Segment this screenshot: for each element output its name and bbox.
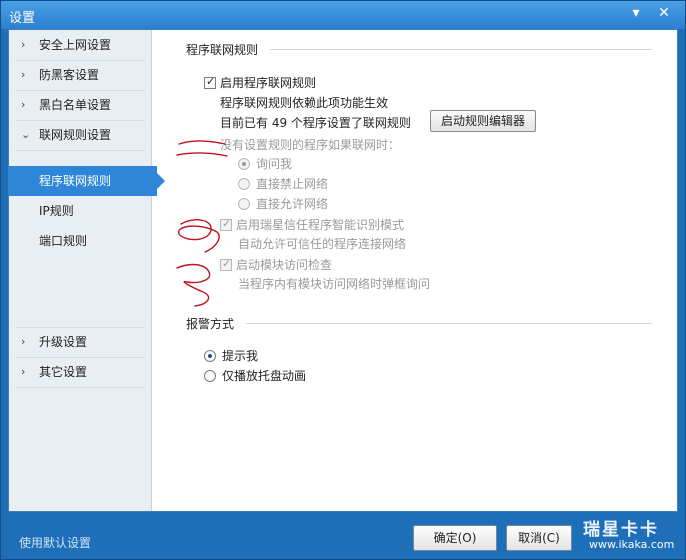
sidebar-item-label: 其它设置 [39,365,88,379]
divider [246,323,652,324]
radio-label: 提示我 [222,349,259,363]
radio-row-block[interactable]: 直接禁止网络 [238,175,328,192]
settings-window: 设置 ▾ ✕ › 安全上网设置 › 防黑客设置 › 黑白名单设置 ⌄ 联网规则设… [0,0,686,560]
sidebar-item-label: 防黑客设置 [39,68,100,82]
radio-label: 直接允许网络 [256,197,329,211]
ok-button[interactable]: 确定(O) [413,525,497,551]
radio-row-ask[interactable]: 询问我 [238,155,292,172]
sidebar-item-label: 程序联网规则 [39,174,112,188]
rules-count-text: 目前已有 49 个程序设置了联网规则 [220,116,411,130]
no-rule-prompt: 没有设置规则的程序如果联网时： [220,138,401,152]
divider [270,49,652,50]
sidebar-item-anti-hacker[interactable]: › 防黑客设置 [9,60,152,90]
rules-note: 程序联网规则依赖此项功能生效 [220,96,389,110]
cancel-button[interactable]: 取消(C) [506,525,572,551]
sidebar-item-label: 黑白名单设置 [39,98,112,112]
radio-label: 仅播放托盘动画 [222,369,307,383]
watermark-url: www.ikaka.com [589,538,675,551]
settings-body: › 安全上网设置 › 防黑客设置 › 黑白名单设置 ⌄ 联网规则设置 程序联网规… [8,29,678,512]
sidebar-subitem-program-rules[interactable]: 程序联网规则 [9,166,165,196]
window-title: 设置 [9,11,36,26]
block-network-radio[interactable] [238,178,250,190]
sidebar-subitem-ip-rules[interactable]: IP规则 [9,196,152,226]
rule-editor-button[interactable]: 启动规则编辑器 [430,110,536,132]
close-button[interactable]: ✕ [655,6,673,22]
sidebar-item-safe-browsing[interactable]: › 安全上网设置 [9,30,152,60]
sidebar-item-upgrade[interactable]: › 升级设置 [9,327,152,357]
smart-mode-label: 启用瑞星信任程序智能识别模式 [236,218,405,232]
sidebar-item-network-rules[interactable]: ⌄ 联网规则设置 [9,120,152,150]
chevron-down-icon: ⌄ [21,128,31,141]
footer-bar: 使用默认设置 确定(O) 取消(C) 瑞星卡卡 www.ikaka.com [1,513,685,559]
enable-rules-checkbox[interactable] [204,75,216,89]
module-check-label: 启动模块访问检查 [236,258,333,272]
chevron-right-icon: › [21,38,26,51]
minimize-button[interactable]: ▾ [627,6,645,22]
enable-rules-checkbox-row[interactable]: 启用程序联网规则 [204,74,316,91]
radio-row-tray[interactable]: 仅播放托盘动画 [204,367,306,384]
annotation-arrow-icon [176,140,228,157]
chevron-right-icon: › [21,335,26,348]
enable-rules-label: 启用程序联网规则 [220,76,317,90]
module-check-note: 当程序内有模块访问网络时弹框询问 [238,277,431,291]
radio-row-prompt[interactable]: 提示我 [204,347,258,364]
chevron-right-icon: › [21,98,26,111]
divider [15,150,145,151]
allow-network-radio[interactable] [238,198,250,210]
restore-defaults-link[interactable]: 使用默认设置 [19,534,91,551]
prompt-me-radio[interactable] [204,350,216,362]
radio-row-allow[interactable]: 直接允许网络 [238,195,328,212]
smart-mode-checkbox-row[interactable]: 启用瑞星信任程序智能识别模式 [220,216,404,233]
radio-label: 直接禁止网络 [256,177,329,191]
sidebar-item-blacklist[interactable]: › 黑白名单设置 [9,90,152,120]
divider [15,387,145,388]
sidebar-item-label: 升级设置 [39,335,88,349]
sidebar-item-label: IP规则 [39,204,74,218]
sidebar-item-label: 安全上网设置 [39,38,112,52]
chevron-right-icon: › [21,68,26,81]
sidebar-subitem-port-rules[interactable]: 端口规则 [9,226,152,256]
watermark-text: 瑞星卡卡 [583,520,659,540]
chevron-right-icon: › [21,365,26,378]
watermark: 瑞星卡卡 www.ikaka.com [567,513,685,559]
radio-label: 询问我 [256,157,293,171]
sidebar-item-label: 联网规则设置 [39,128,112,142]
sidebar-item-label: 端口规则 [39,234,88,248]
tray-animation-radio[interactable] [204,370,216,382]
annotation-scribble-icon [176,263,211,307]
sidebar-item-other[interactable]: › 其它设置 [9,357,152,387]
smart-mode-note: 自动允许可信任的程序连接网络 [238,237,407,251]
sidebar: › 安全上网设置 › 防黑客设置 › 黑白名单设置 ⌄ 联网规则设置 程序联网规… [9,30,165,511]
title-bar: 设置 ▾ ✕ [1,1,685,29]
ask-me-radio[interactable] [238,158,250,170]
section-title-program-rules: 程序联网规则 [186,43,259,57]
